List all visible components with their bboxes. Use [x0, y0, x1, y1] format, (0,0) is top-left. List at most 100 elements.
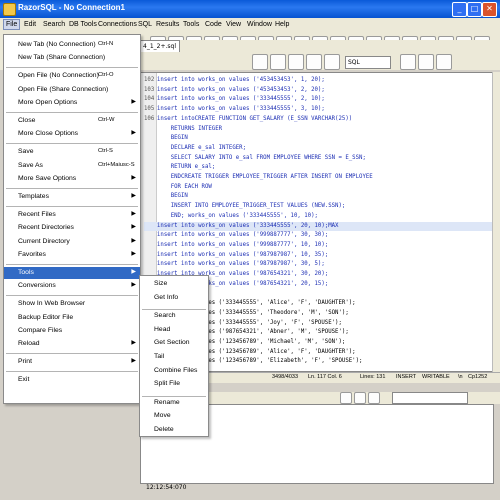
tools-menu-item[interactable]: Head [154, 326, 170, 333]
status-lines: Lines: 131 [360, 374, 386, 380]
menu-separator [6, 353, 138, 355]
submenu-arrow-icon: ▶ [131, 269, 136, 275]
menu-file[interactable]: File [3, 19, 21, 30]
code-text: insert into works_on values ('999887777'… [157, 241, 329, 248]
file-menu-item[interactable]: Conversions ▶ [4, 280, 140, 292]
menu-tools[interactable]: Tools [183, 21, 199, 28]
code-line: insert into works_on values ('987987987'… [144, 251, 328, 260]
code-text: insert into works_on values ('987987987'… [157, 251, 329, 258]
toolbar-icon[interactable] [418, 54, 434, 70]
file-menu-item[interactable]: Save As Ctrl+Maiusc-S [4, 160, 140, 172]
code-text: SELECT SALARY INTO e_sal FROM EMPLOYEE W… [157, 154, 366, 161]
maximize-button[interactable]: □ [467, 2, 482, 17]
toolbar-icon[interactable] [340, 392, 352, 404]
file-menu-item[interactable]: Favorites ▶ [4, 249, 140, 261]
app-icon [3, 3, 16, 16]
minimize-button[interactable]: _ [452, 2, 467, 17]
menu-separator [6, 295, 138, 297]
menu-code[interactable]: Code [205, 21, 222, 28]
file-menu-item[interactable]: Templates ▶ [4, 191, 140, 203]
toolbar-icon[interactable] [354, 392, 366, 404]
file-menu-item[interactable]: New Tab (No Connection) Ctrl-N [4, 39, 140, 51]
editor-tab[interactable]: 4_1_2+.sql [140, 40, 180, 52]
menu-item-label: Close [18, 117, 36, 124]
menu-sql[interactable]: SQL [138, 21, 152, 28]
tools-menu-item[interactable]: Get Section [154, 339, 190, 346]
file-menu-item[interactable]: Exit [4, 374, 140, 386]
title-bar: RazorSQL - No Connection1 _ □ ✕ [0, 0, 500, 18]
file-menu-item[interactable]: Close Ctrl-W [4, 115, 140, 127]
tools-menu-item[interactable]: Combine Files [154, 367, 197, 374]
file-menu-item[interactable]: Show In Web Browser [4, 298, 140, 310]
file-menu-item[interactable]: Tools ▶ [4, 267, 140, 279]
close-button[interactable]: ✕ [482, 2, 497, 17]
menu-item-label: Open File (Share Connection) [18, 85, 109, 93]
menu-results[interactable]: Results [156, 21, 179, 28]
toolbar-icon[interactable] [306, 54, 322, 70]
toolbar-icon[interactable] [400, 54, 416, 70]
tools-menu-item[interactable]: Search [154, 312, 176, 319]
menu-help[interactable]: Help [275, 21, 289, 28]
code-text: INSERT INTO EMPLOYEE_TRIGGER_TEST VALUES… [157, 203, 346, 210]
submenu-arrow-icon: ▶ [131, 237, 136, 244]
file-menu-item[interactable]: Current Directory ▶ [4, 236, 140, 248]
menu-item-shortcut: Ctrl+Maiusc-S [98, 161, 135, 168]
file-menu-item[interactable]: More Close Options ▶ [4, 128, 140, 140]
toolbar-icon[interactable] [436, 54, 452, 70]
menu-item-label: Favorites [18, 250, 46, 258]
code-text: insert into works_on values ('333445555'… [157, 222, 339, 229]
tools-menu-item[interactable]: Move [154, 412, 171, 419]
menu-item-label: Tools [18, 269, 34, 276]
submenu-arrow-icon: ▶ [131, 130, 136, 137]
toolbar-icon[interactable] [288, 54, 304, 70]
menu-item-label: Conversions [18, 282, 56, 290]
toolbar-icon[interactable] [270, 54, 286, 70]
menu-db-tools[interactable]: DB Tools [69, 21, 97, 28]
submenu-arrow-icon: ▶ [131, 250, 136, 257]
code-text: insert into works_on values ('453453453'… [157, 86, 325, 93]
line-number: 104 [144, 96, 155, 103]
sql-type-select[interactable]: SQL [345, 56, 391, 69]
menu-item-label: More Save Options [18, 174, 77, 182]
editor-scrollbar[interactable] [492, 72, 500, 372]
code-line: 102 insert into works_on values ('4534534… [144, 76, 325, 85]
file-menu-item[interactable]: New Tab (Share Connection) [4, 52, 140, 64]
file-menu-item[interactable]: Recent Files ▶ [4, 209, 140, 221]
file-menu-item[interactable]: Save Ctrl-S [4, 146, 140, 158]
tools-menu-item[interactable]: Rename [154, 399, 180, 406]
file-menu-item[interactable]: Backup Editor File [4, 312, 140, 324]
file-menu-item[interactable]: Compare Files [4, 325, 140, 337]
file-menu-item[interactable]: Open File (No Connection) Ctrl-O [4, 70, 140, 82]
tools-menu-item[interactable]: Delete [154, 426, 174, 433]
file-menu-item[interactable]: Recent Directories ▶ [4, 222, 140, 234]
toolbar-icon[interactable] [324, 54, 340, 70]
tools-menu-item[interactable]: Split File [154, 380, 180, 387]
file-menu-item[interactable]: Print ▶ [4, 356, 140, 368]
menu-connections[interactable]: Connections [98, 21, 137, 28]
results-filter-input[interactable] [392, 392, 468, 404]
tools-menu-item[interactable]: Get Info [154, 294, 178, 301]
menu-item-label: Recent Directories [18, 224, 74, 232]
menu-search[interactable]: Search [43, 21, 65, 28]
menu-view[interactable]: View [226, 21, 241, 28]
code-line: 106 insert intoCREATE FUNCTION GET_SALARY… [144, 115, 352, 124]
code-text: FOR EACH ROW [157, 183, 212, 190]
tools-menu-item[interactable]: Tail [154, 353, 164, 360]
toolbar-icon[interactable] [368, 392, 380, 404]
file-menu-item[interactable]: Reload ▶ [4, 338, 140, 350]
menu-item-shortcut: Ctrl-W [98, 117, 115, 123]
file-menu-item[interactable]: More Save Options ▶ [4, 173, 140, 185]
file-menu-item[interactable]: Open File (Share Connection) [4, 84, 140, 96]
code-line: RETURNS INTEGER [144, 125, 222, 134]
toolbar-icon[interactable] [252, 54, 268, 70]
menu-item-label: Compare Files [18, 326, 63, 334]
menu-item-label: Templates [18, 193, 49, 200]
menu-separator [142, 395, 206, 397]
tools-menu-item[interactable]: Size [154, 280, 167, 287]
menu-edit[interactable]: Edit [24, 21, 36, 28]
line-number: 102 [144, 77, 155, 83]
menu-item-label: Recent Files [18, 211, 56, 219]
menu-window[interactable]: Window [247, 21, 272, 28]
file-menu-item[interactable]: More Open Options ▶ [4, 97, 140, 109]
submenu-arrow-icon: ▶ [131, 98, 136, 105]
